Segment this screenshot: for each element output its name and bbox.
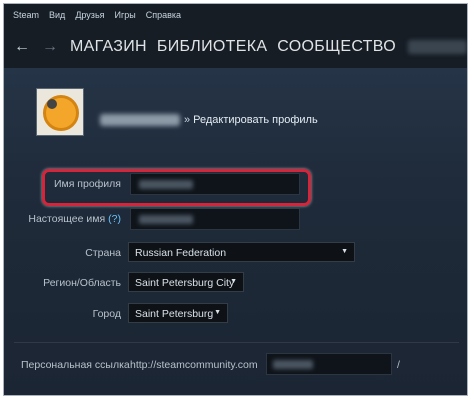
country-label: Страна bbox=[85, 247, 121, 259]
menu-bar: Steam Вид Друзья Игры Справка bbox=[4, 4, 467, 26]
real-name-label-text: Настоящее имя bbox=[28, 213, 106, 225]
nav-library[interactable]: БИБЛИОТЕКА bbox=[157, 38, 267, 56]
real-name-label: Настоящее имя (?) bbox=[28, 213, 121, 225]
profile-edit-page: » Редактировать профиль Имя профиля Наст… bbox=[4, 68, 467, 395]
country-select[interactable]: Russian Federation ▼ bbox=[128, 242, 355, 262]
row-country: Страна Russian Federation ▼ bbox=[4, 242, 467, 266]
profile-name-highlight bbox=[42, 169, 311, 206]
back-arrow-icon[interactable]: ← bbox=[14, 39, 30, 55]
steam-window: Steam Вид Друзья Игры Справка ← → МАГАЗИ… bbox=[3, 3, 468, 396]
city-label: Город bbox=[92, 308, 121, 320]
section-divider bbox=[14, 342, 459, 343]
city-select[interactable]: Saint Petersburg ▼ bbox=[128, 303, 228, 323]
custom-url-prefix: http://steamcommunity.com bbox=[130, 359, 258, 371]
breadcrumb-separator: » bbox=[184, 114, 191, 126]
menu-steam[interactable]: Steam bbox=[13, 10, 39, 20]
row-city: Город Saint Petersburg ▼ bbox=[4, 303, 467, 327]
custom-url-value-blurred bbox=[273, 360, 313, 369]
row-region: Регион/Область Saint Petersburg City ▼ bbox=[4, 272, 467, 296]
profile-header: » Редактировать профиль bbox=[4, 80, 467, 150]
menu-games[interactable]: Игры bbox=[115, 10, 136, 20]
custom-url-input[interactable] bbox=[266, 353, 392, 375]
page-title: Редактировать профиль bbox=[193, 114, 318, 126]
row-real-name: Настоящее имя (?) bbox=[4, 208, 467, 232]
row-custom-url: Персональная ссылка http://steamcommunit… bbox=[4, 351, 467, 381]
breadcrumb: » Редактировать профиль bbox=[100, 114, 318, 126]
region-select[interactable]: Saint Petersburg City ▼ bbox=[128, 272, 244, 292]
avatar[interactable] bbox=[36, 88, 84, 136]
menu-view[interactable]: Вид bbox=[49, 10, 65, 20]
nav-username-blurred[interactable] bbox=[407, 40, 467, 54]
nav-community[interactable]: СООБЩЕСТВО bbox=[277, 38, 396, 56]
avatar-detail bbox=[47, 99, 57, 109]
nav-bar: ← → МАГАЗИН БИБЛИОТЕКА СООБЩЕСТВО bbox=[4, 26, 467, 68]
forward-arrow-icon[interactable]: → bbox=[42, 39, 58, 55]
custom-url-suffix: / bbox=[397, 359, 400, 371]
menu-help[interactable]: Справка bbox=[146, 10, 181, 20]
help-icon[interactable]: (?) bbox=[108, 213, 121, 225]
menu-friends[interactable]: Друзья bbox=[75, 10, 104, 20]
breadcrumb-username-blurred[interactable] bbox=[100, 114, 180, 126]
chevron-down-icon: ▼ bbox=[214, 309, 221, 316]
country-value: Russian Federation bbox=[135, 247, 227, 259]
chevron-down-icon: ▼ bbox=[230, 278, 237, 285]
real-name-input[interactable] bbox=[130, 208, 300, 230]
chevron-down-icon: ▼ bbox=[341, 248, 348, 255]
custom-url-label: Персональная ссылка bbox=[21, 359, 130, 371]
real-name-value-blurred bbox=[139, 215, 193, 224]
nav-store[interactable]: МАГАЗИН bbox=[70, 38, 147, 56]
region-value: Saint Petersburg City bbox=[135, 277, 235, 289]
region-label: Регион/Область bbox=[43, 277, 121, 289]
city-value: Saint Petersburg bbox=[135, 308, 214, 320]
